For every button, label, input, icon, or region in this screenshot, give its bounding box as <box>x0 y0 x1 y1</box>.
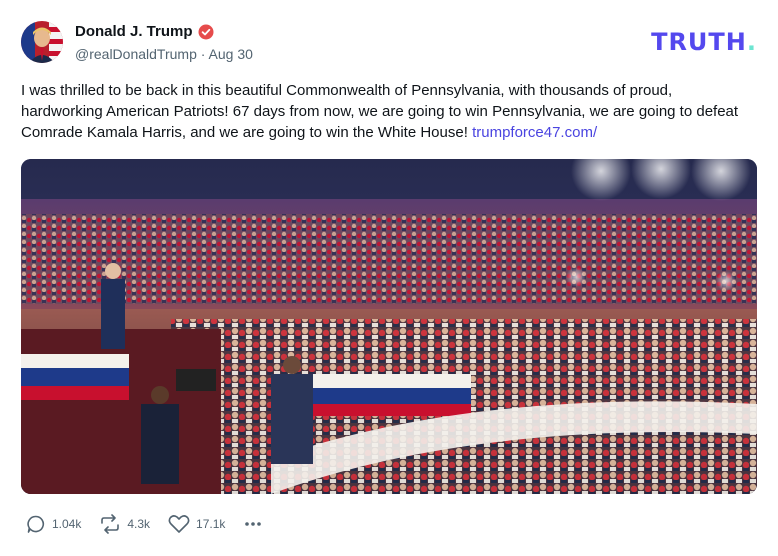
rally-photo <box>21 159 757 494</box>
avatar-image <box>21 21 63 63</box>
logo-dot: . <box>746 28 757 56</box>
retruth-icon <box>101 514 120 534</box>
like-button[interactable]: 17.1k <box>168 514 225 534</box>
post-image[interactable] <box>21 159 757 494</box>
more-options-button[interactable] <box>243 514 263 534</box>
meta-separator: · <box>200 46 206 62</box>
truth-social-logo[interactable]: TRUTH. <box>651 28 757 56</box>
post-link[interactable]: trumpforce47.com/ <box>472 124 597 141</box>
author-display-name[interactable]: Donald J. Trump <box>75 23 193 40</box>
author-meta: @realDonaldTrump · Aug 30 <box>75 46 253 62</box>
truth-post: Donald J. Trump @realDonaldTrump · Aug 3… <box>0 0 778 556</box>
retruth-count: 4.3k <box>127 517 151 531</box>
post-date[interactable]: Aug 30 <box>209 46 253 62</box>
author-handle[interactable]: @realDonaldTrump <box>75 46 197 62</box>
verified-badge-icon <box>198 24 214 39</box>
logo-text: TRUTH <box>651 28 747 56</box>
post-body: I was thrilled to be back in this beauti… <box>21 80 757 143</box>
post-text: I was thrilled to be back in this beauti… <box>21 82 739 141</box>
retruth-button[interactable]: 4.3k <box>99 514 150 534</box>
ellipsis-icon <box>245 522 262 526</box>
avatar[interactable] <box>21 21 63 63</box>
reply-count: 1.04k <box>52 517 82 531</box>
like-count: 17.1k <box>196 517 226 531</box>
heart-icon <box>168 515 190 533</box>
post-actions: 1.04k 4.3k 17.1k <box>26 514 281 534</box>
reply-icon <box>27 515 45 533</box>
reply-button[interactable]: 1.04k <box>26 514 81 534</box>
